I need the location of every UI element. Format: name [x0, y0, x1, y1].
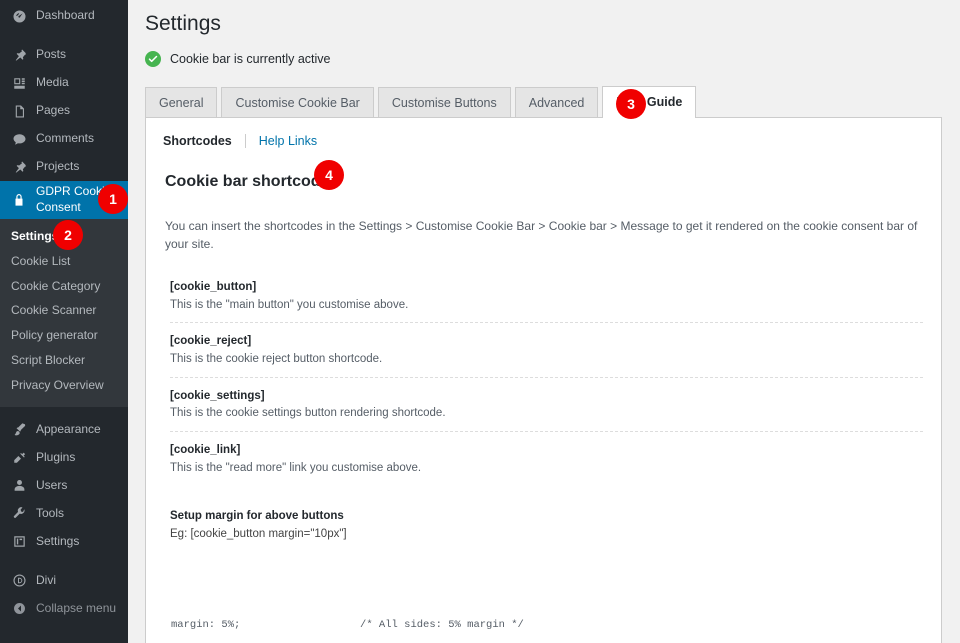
plug-icon: [9, 448, 29, 468]
lock-icon: [9, 190, 29, 210]
shortcode-list: [cookie_button] This is the "main button…: [146, 265, 941, 485]
collapse-icon: [9, 599, 29, 619]
sidebar-item-dashboard[interactable]: Dashboard: [0, 2, 128, 30]
admin-page: Dashboard Posts Media Pages: [0, 0, 960, 643]
shortcode-code: [cookie_link]: [170, 442, 923, 459]
wrench-icon: [9, 504, 29, 524]
divi-icon: [9, 571, 29, 591]
paintbrush-icon: [9, 420, 29, 440]
sidebar-item-projects[interactable]: Projects: [0, 153, 128, 181]
code-line: margin: 5%; /* All sides: 5% margin */: [171, 618, 941, 634]
shortcode-description: This is the "main button" you customise …: [170, 297, 923, 314]
shortcode-entry: [cookie_link] This is the "read more" li…: [170, 442, 923, 485]
sidebar-item-comments[interactable]: Comments: [0, 125, 128, 153]
pages-icon: [9, 101, 29, 121]
shortcode-code: [cookie_button]: [170, 279, 923, 296]
callout-badge-3: 3: [616, 89, 646, 119]
sidebar-submenu-item-privacy-overview[interactable]: Privacy Overview: [0, 373, 128, 398]
sidebar-item-collapse-menu[interactable]: Collapse menu: [0, 595, 128, 623]
status-notice: Cookie bar is currently active: [128, 37, 960, 67]
settings-tabbar: General Customise Cookie Bar Customise B…: [128, 67, 960, 117]
sidebar-submenu-item-script-blocker[interactable]: Script Blocker: [0, 348, 128, 373]
dashboard-icon: [9, 6, 29, 26]
sidebar-submenu-item-cookie-scanner[interactable]: Cookie Scanner: [0, 298, 128, 323]
sidebar-submenu-item-policy-generator[interactable]: Policy generator: [0, 323, 128, 348]
sidebar-item-posts[interactable]: Posts: [0, 41, 128, 69]
sidebar-item-label: Projects: [36, 159, 79, 175]
user-icon: [9, 476, 29, 496]
margin-section-title: Setup margin for above buttons: [170, 508, 923, 525]
sidebar-item-label: Collapse menu: [36, 601, 116, 617]
callout-badge-1: 1: [98, 184, 128, 214]
shortcode-entry: [cookie_button] This is the "main button…: [170, 279, 923, 323]
sidebar-item-pages[interactable]: Pages: [0, 97, 128, 125]
sidebar-item-tools[interactable]: Tools: [0, 500, 128, 528]
sidebar-item-label: Posts: [36, 47, 66, 63]
admin-sidebar: Dashboard Posts Media Pages: [0, 0, 128, 643]
subnav-item-help-links[interactable]: Help Links: [259, 133, 317, 149]
tab-advanced[interactable]: Advanced: [515, 87, 599, 118]
sidebar-item-label: Divi: [36, 573, 56, 589]
settings-icon: [9, 532, 29, 552]
shortcode-description: This is the cookie reject button shortco…: [170, 351, 923, 368]
main-content: Settings Cookie bar is currently active …: [128, 0, 960, 643]
shortcode-description: This is the "read more" link you customi…: [170, 460, 923, 477]
sidebar-item-divi[interactable]: Divi: [0, 567, 128, 595]
sidebar-item-label: Pages: [36, 103, 70, 119]
sidebar-item-label: Comments: [36, 131, 94, 147]
shortcode-code: [cookie_settings]: [170, 388, 923, 405]
section-intro-text: You can insert the shortcodes in the Set…: [146, 205, 941, 253]
shortcode-entry: [cookie_reject] This is the cookie rejec…: [170, 333, 923, 377]
help-guide-subnav: Shortcodes Help Links: [146, 118, 941, 149]
pin-icon: [9, 45, 29, 65]
status-text: Cookie bar is currently active: [170, 52, 330, 66]
tab-customise-cookie-bar[interactable]: Customise Cookie Bar: [221, 87, 373, 118]
tab-general[interactable]: General: [145, 87, 217, 118]
sidebar-item-label: Settings: [36, 534, 79, 550]
subnav-divider: [245, 134, 246, 148]
sidebar-item-users[interactable]: Users: [0, 472, 128, 500]
section-title: Cookie bar shortcodes: [146, 149, 941, 193]
sidebar-bottom-group: Appearance Plugins Users Tools: [0, 416, 128, 623]
sidebar-item-settings[interactable]: Settings: [0, 528, 128, 556]
subnav-item-shortcodes[interactable]: Shortcodes: [163, 133, 232, 149]
sidebar-submenu-item-cookie-category[interactable]: Cookie Category: [0, 274, 128, 299]
shortcode-entry: [cookie_settings] This is the cookie set…: [170, 388, 923, 432]
sidebar-item-label: Dashboard: [36, 8, 95, 24]
pin-icon: [9, 157, 29, 177]
comment-icon: [9, 129, 29, 149]
callout-badge-4: 4: [314, 160, 344, 190]
sidebar-item-label: Media: [36, 75, 69, 91]
margin-section-example: Eg: [cookie_button margin="10px"]: [170, 526, 923, 543]
media-icon: [9, 73, 29, 93]
sidebar-item-appearance[interactable]: Appearance: [0, 416, 128, 444]
sidebar-item-label: Users: [36, 478, 67, 494]
sidebar-item-label: Tools: [36, 506, 64, 522]
check-circle-icon: [145, 51, 161, 67]
margin-section: Setup margin for above buttons Eg: [cook…: [146, 495, 941, 543]
sidebar-item-label: Plugins: [36, 450, 75, 466]
sidebar-item-media[interactable]: Media: [0, 69, 128, 97]
sidebar-item-label: Appearance: [36, 422, 101, 438]
sidebar-submenu-item-cookie-list[interactable]: Cookie List: [0, 249, 128, 274]
tab-customise-buttons[interactable]: Customise Buttons: [378, 87, 511, 118]
margin-code-examples: margin: 5%; /* All sides: 5% margin */ m…: [146, 543, 941, 643]
callout-badge-2: 2: [53, 220, 83, 250]
shortcode-description: This is the cookie settings button rende…: [170, 405, 923, 422]
help-guide-panel: Shortcodes Help Links Cookie bar shortco…: [145, 117, 942, 643]
code-group: margin: 5%; /* All sides: 5% margin */: [171, 586, 941, 643]
shortcode-code: [cookie_reject]: [170, 333, 923, 350]
page-title: Settings: [128, 0, 960, 37]
sidebar-item-plugins[interactable]: Plugins: [0, 444, 128, 472]
